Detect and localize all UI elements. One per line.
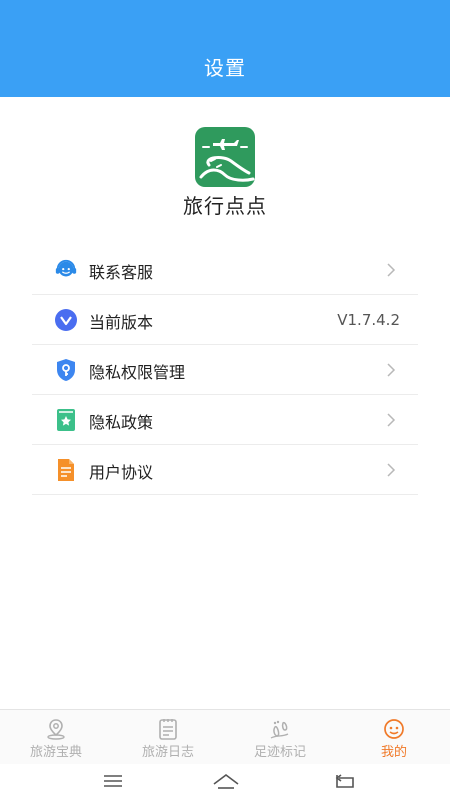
- notebook-icon: [156, 718, 180, 740]
- location-pin-icon: [44, 718, 68, 740]
- privacy-shield-icon: [54, 359, 78, 381]
- header-bar: 设置: [0, 0, 450, 97]
- menu-item-label: 隐私政策: [89, 413, 154, 432]
- back-icon[interactable]: [332, 770, 356, 792]
- menu-item-contact-support[interactable]: 联系客服: [32, 245, 418, 295]
- footprint-icon: [268, 718, 292, 740]
- tab-travel-guide[interactable]: 旅游宝典: [0, 710, 112, 765]
- tab-footprint-marks[interactable]: 足迹标记: [224, 710, 336, 765]
- privacy-policy-icon: [54, 409, 78, 431]
- app-name: 旅行点点: [183, 194, 267, 218]
- tab-travel-journal[interactable]: 旅游日志: [112, 710, 224, 765]
- menu-item-user-agreement[interactable]: 用户协议: [32, 445, 418, 495]
- page-title: 设置: [204, 56, 246, 80]
- customer-service-icon: [54, 259, 78, 281]
- menu-item-privacy-policy[interactable]: 隐私政策: [32, 395, 418, 445]
- menu-item-label: 隐私权限管理: [89, 363, 186, 382]
- system-navigation-bar: [0, 764, 450, 800]
- menu-item-label: 联系客服: [89, 263, 154, 282]
- user-agreement-icon: [54, 459, 78, 481]
- menu-icon[interactable]: [101, 770, 125, 792]
- tab-label: 旅游日志: [141, 745, 194, 760]
- menu-item-label: 用户协议: [89, 463, 154, 482]
- home-icon[interactable]: [212, 770, 239, 792]
- tab-mine[interactable]: 我的: [338, 710, 450, 765]
- profile-icon: [382, 718, 406, 740]
- version-value: V1.7.4.2: [337, 311, 400, 329]
- plane-road-logo-icon: [195, 127, 255, 187]
- chevron-right-icon: [386, 462, 396, 478]
- menu-item-privacy-permissions[interactable]: 隐私权限管理: [32, 345, 418, 395]
- chevron-right-icon: [386, 262, 396, 278]
- tab-label: 我的: [380, 745, 407, 760]
- bottom-tab-bar: 旅游宝典 旅游日志 足迹标记 我的: [0, 709, 450, 764]
- tab-label: 旅游宝典: [29, 745, 82, 760]
- chevron-right-icon: [386, 412, 396, 428]
- version-icon: [54, 309, 78, 331]
- app-logo: [195, 127, 255, 187]
- chevron-right-icon: [386, 362, 396, 378]
- menu-item-label: 当前版本: [89, 313, 154, 332]
- tab-label: 足迹标记: [253, 745, 306, 760]
- menu-item-current-version: 当前版本 V1.7.4.2: [32, 295, 418, 345]
- settings-menu: 联系客服 当前版本 V1.7.4.2 隐私权限管理 隐私政策 用户协议: [32, 245, 418, 495]
